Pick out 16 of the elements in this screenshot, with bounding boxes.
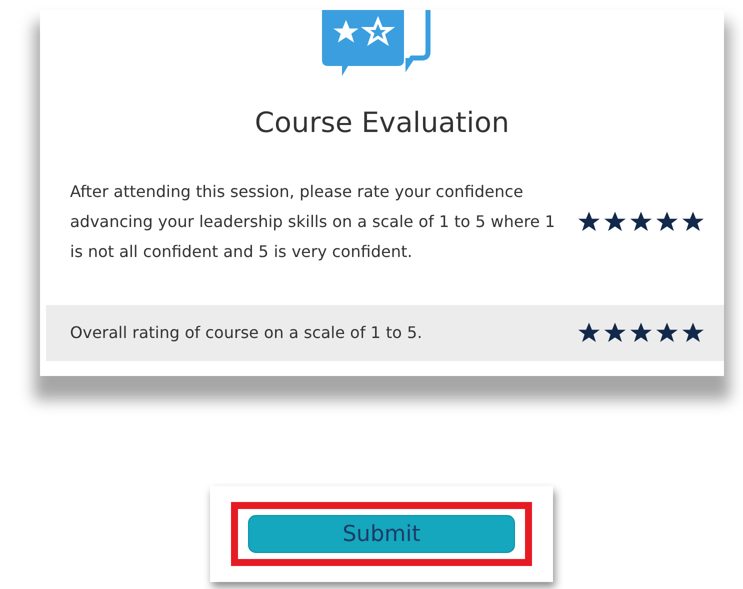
star-icon[interactable] (630, 322, 652, 344)
star-icon[interactable] (682, 211, 704, 233)
form-title: Course Evaluation (254, 106, 510, 139)
star-icon[interactable] (604, 211, 626, 233)
star-icon[interactable] (578, 211, 600, 233)
submit-button[interactable]: Submit (248, 515, 515, 553)
question-text: Overall rating of course on a scale of 1 to 5. (70, 322, 424, 344)
star-icon[interactable] (604, 322, 626, 344)
star-rating[interactable] (578, 322, 704, 344)
star-icon[interactable] (656, 322, 678, 344)
star-icon[interactable] (656, 211, 678, 233)
star-icon[interactable] (682, 322, 704, 344)
question-text: After attending this session, please rate your confidence advancing your leadership skills on a scale of 1 to 5 where 1 is not all confident and 5 is very confident. (70, 181, 556, 263)
star-icon[interactable] (630, 211, 652, 233)
star-icon[interactable] (578, 322, 600, 344)
star-rating[interactable] (578, 211, 704, 233)
